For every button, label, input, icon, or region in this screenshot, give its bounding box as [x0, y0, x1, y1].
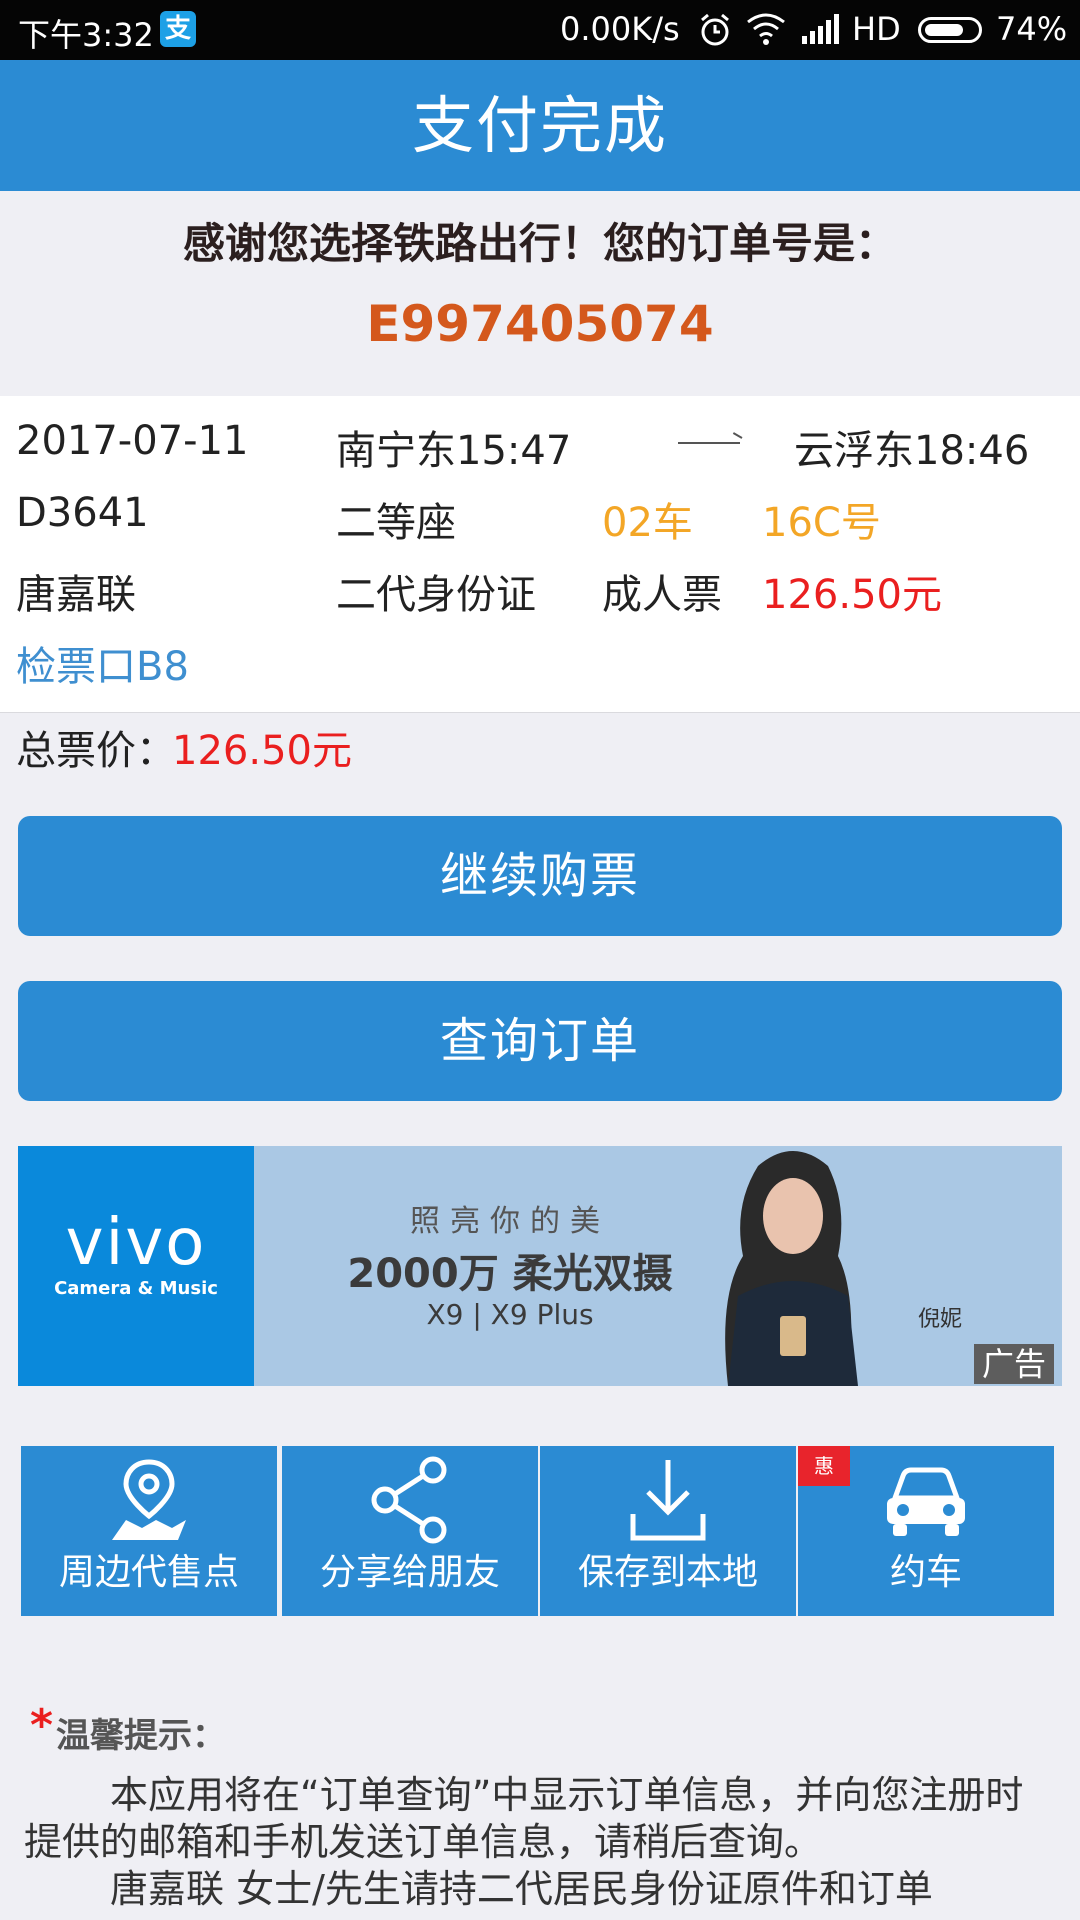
- id-type: 二代身份证: [336, 572, 536, 618]
- car-icon: [887, 1467, 965, 1536]
- signal-icon: [802, 14, 839, 44]
- ad-banner[interactable]: vivo Camera & Music 照亮你的美 2000万 柔光双摄 X9 …: [18, 1146, 1062, 1386]
- page-title: 支付完成: [411, 89, 668, 162]
- network-speed: 0.00K/s: [560, 10, 680, 48]
- total-price-value: 126.50元: [172, 728, 352, 774]
- nearby-outlets-button[interactable]: 周边代售点: [21, 1446, 277, 1616]
- ticket-price: 126.50元: [762, 572, 942, 618]
- required-star-icon: *: [30, 1700, 54, 1751]
- tips-body: 本应用将在“订单查询”中显示订单信息，并向您注册时提供的邮箱和手机发送订单信息，…: [24, 1772, 1060, 1913]
- ticket-card: 2017-07-11 南宁东15:47 云浮东18:46 D3641 二等座 0…: [0, 396, 1080, 713]
- travel-date: 2017-07-11: [16, 418, 249, 464]
- total-price-label: 总票价：: [16, 728, 176, 774]
- download-icon: [630, 1460, 706, 1541]
- tile-label: 保存到本地: [577, 1552, 758, 1593]
- tile-label: 分享给朋友: [319, 1552, 500, 1593]
- brand-logo-text: vivo: [65, 1206, 207, 1280]
- brand-logo: vivo Camera & Music: [18, 1146, 254, 1386]
- query-order-button[interactable]: 查询订单: [18, 981, 1062, 1101]
- tips-title: 温馨提示：: [56, 1716, 226, 1756]
- continue-buying-button[interactable]: 继续购票: [18, 816, 1062, 936]
- arrival-station: 云浮东18:46: [794, 428, 1030, 474]
- ad-slogan: 照亮你的美: [410, 1204, 610, 1239]
- battery-percent: 74%: [996, 10, 1068, 48]
- ad-signature: 倪妮: [918, 1307, 963, 1332]
- departure-station: 南宁东15:47: [336, 428, 572, 474]
- save-local-button[interactable]: 保存到本地: [540, 1446, 796, 1616]
- ad-label: 广告: [974, 1344, 1054, 1384]
- seat-number: 16C号: [762, 500, 881, 546]
- tile-label: 约车: [889, 1552, 962, 1593]
- status-time: 下午3:32: [18, 16, 154, 54]
- tile-label: 周边代售点: [58, 1552, 239, 1593]
- ticket-gate: 检票口B8: [16, 644, 189, 690]
- brand-logo-subtitle: Camera & Music: [54, 1278, 218, 1299]
- arrow-right-icon: [678, 442, 740, 444]
- status-bar: 下午3:32 支 0.00K/s HD 74%: [0, 0, 1080, 60]
- ad-model-photo: [725, 1151, 858, 1386]
- tips-paragraph: 本应用将在“订单查询”中显示订单信息，并向您注册时提供的邮箱和手机发送订单信息，…: [24, 1773, 1024, 1864]
- tips-paragraph: 唐嘉联 女士/先生请持二代居民身份证原件和订单: [110, 1867, 933, 1911]
- ad-headline: 2000万 柔光双摄: [347, 1251, 673, 1297]
- ticket-type: 成人票: [602, 572, 722, 618]
- passenger-name: 唐嘉联: [16, 572, 136, 618]
- wifi-icon: [747, 13, 785, 45]
- order-number: E997405074: [366, 295, 714, 353]
- book-car-button[interactable]: 惠 约车: [798, 1446, 1054, 1616]
- seat-class: 二等座: [336, 500, 456, 546]
- train-number: D3641: [16, 490, 149, 536]
- network-type: HD: [852, 10, 901, 48]
- app-bar: 支付完成: [0, 60, 1080, 191]
- ad-models: X9 | X9 Plus: [426, 1298, 594, 1331]
- alipay-icon: 支: [160, 11, 196, 47]
- car-number: 02车: [602, 500, 693, 546]
- share-button[interactable]: 分享给朋友: [282, 1446, 538, 1616]
- share-icon: [371, 1456, 447, 1544]
- alarm-icon: [701, 13, 729, 46]
- thanks-message: 感谢您选择铁路出行！您的订单号是：: [182, 219, 897, 268]
- battery-icon: [918, 17, 982, 43]
- discount-badge: 惠: [798, 1446, 850, 1486]
- location-map-icon: [112, 1459, 186, 1540]
